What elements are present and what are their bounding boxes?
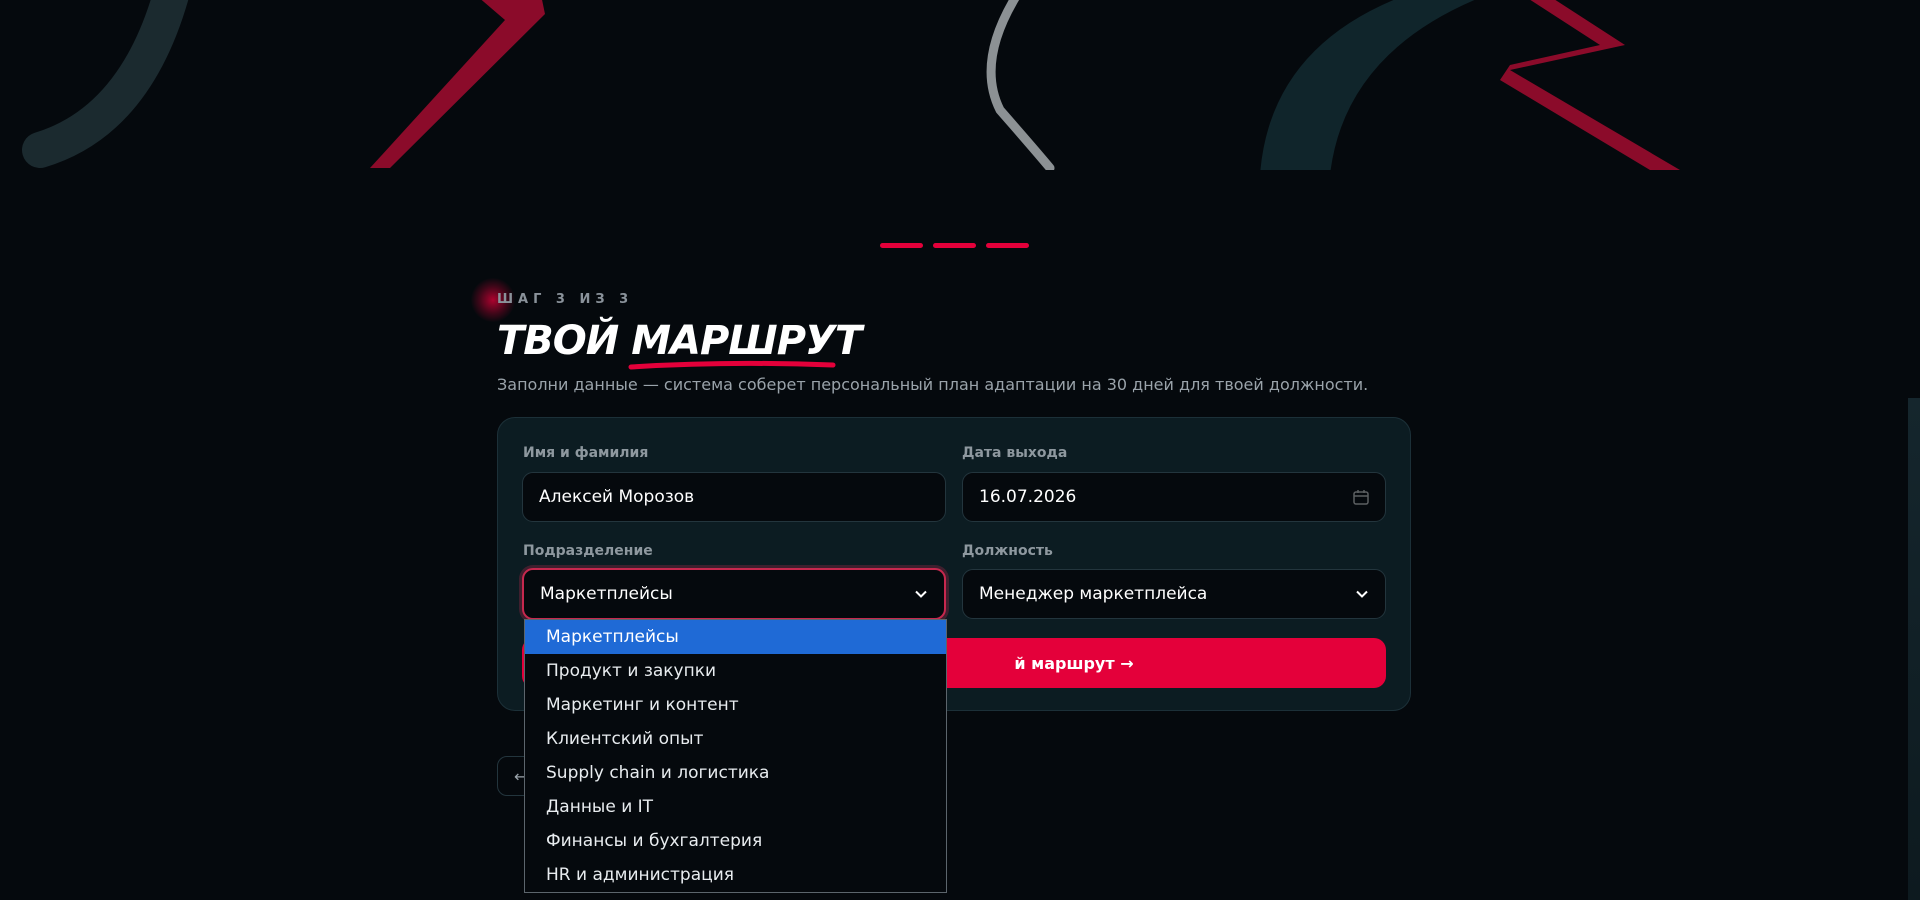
date-input[interactable]: 16.07.2026 [962,472,1386,522]
date-input-value: 16.07.2026 [979,487,1077,507]
dropdown-option[interactable]: Продукт и закупки [525,654,946,688]
page-header: ШАГ 3 ИЗ 3 ТВОЙ МАРШРУТ Заполни данные —… [497,292,1397,394]
name-input-value: Алексей Морозов [539,487,695,507]
name-input[interactable]: Алексей Морозов [522,472,946,522]
position-select-value: Менеджер маркетплейса [979,584,1208,604]
hero-decoration [0,0,1920,170]
underline-stroke [628,360,836,370]
dropdown-option[interactable]: Маркетинг и контент [525,688,946,722]
title-plain: ТВОЙ [497,318,619,364]
build-route-label: й маршрут → [1014,653,1134,673]
dropdown-option[interactable]: HR и администрация [525,858,946,892]
calendar-icon[interactable] [1353,489,1369,505]
progress-segment [933,243,976,248]
department-select[interactable]: Маркетплейсы [522,568,946,620]
title-accent: МАРШРУТ [628,317,862,370]
page-subtitle: Заполни данные — система соберет персона… [497,375,1369,394]
department-label: Подразделение [523,543,653,559]
progress-segment [880,243,923,248]
date-label: Дата выхода [962,445,1068,461]
page-scrollbar[interactable] [1908,398,1920,900]
chevron-down-icon [1356,590,1368,598]
page-title: ТВОЙ МАРШРУТ [497,317,1397,370]
dropdown-option[interactable]: Маркетплейсы [525,620,946,654]
department-dropdown-list: Маркетплейсы Продукт и закупки Маркетинг и… [524,619,947,893]
dropdown-option[interactable]: Финансы и бухгалтерия [525,824,946,858]
dropdown-option[interactable]: Клиентский опыт [525,722,946,756]
position-select[interactable]: Менеджер маркетплейса [962,569,1386,619]
department-select-value: Маркетплейсы [540,584,673,604]
dropdown-option[interactable]: Данные и IT [525,790,946,824]
chevron-down-icon [915,590,927,598]
step-indicator: ШАГ 3 ИЗ 3 [497,292,634,307]
step-progress [880,243,1029,248]
progress-segment [986,243,1029,248]
name-label: Имя и фамилия [523,445,649,461]
dropdown-option[interactable]: Supply chain и логистика [525,756,946,790]
position-label: Должность [962,543,1053,559]
